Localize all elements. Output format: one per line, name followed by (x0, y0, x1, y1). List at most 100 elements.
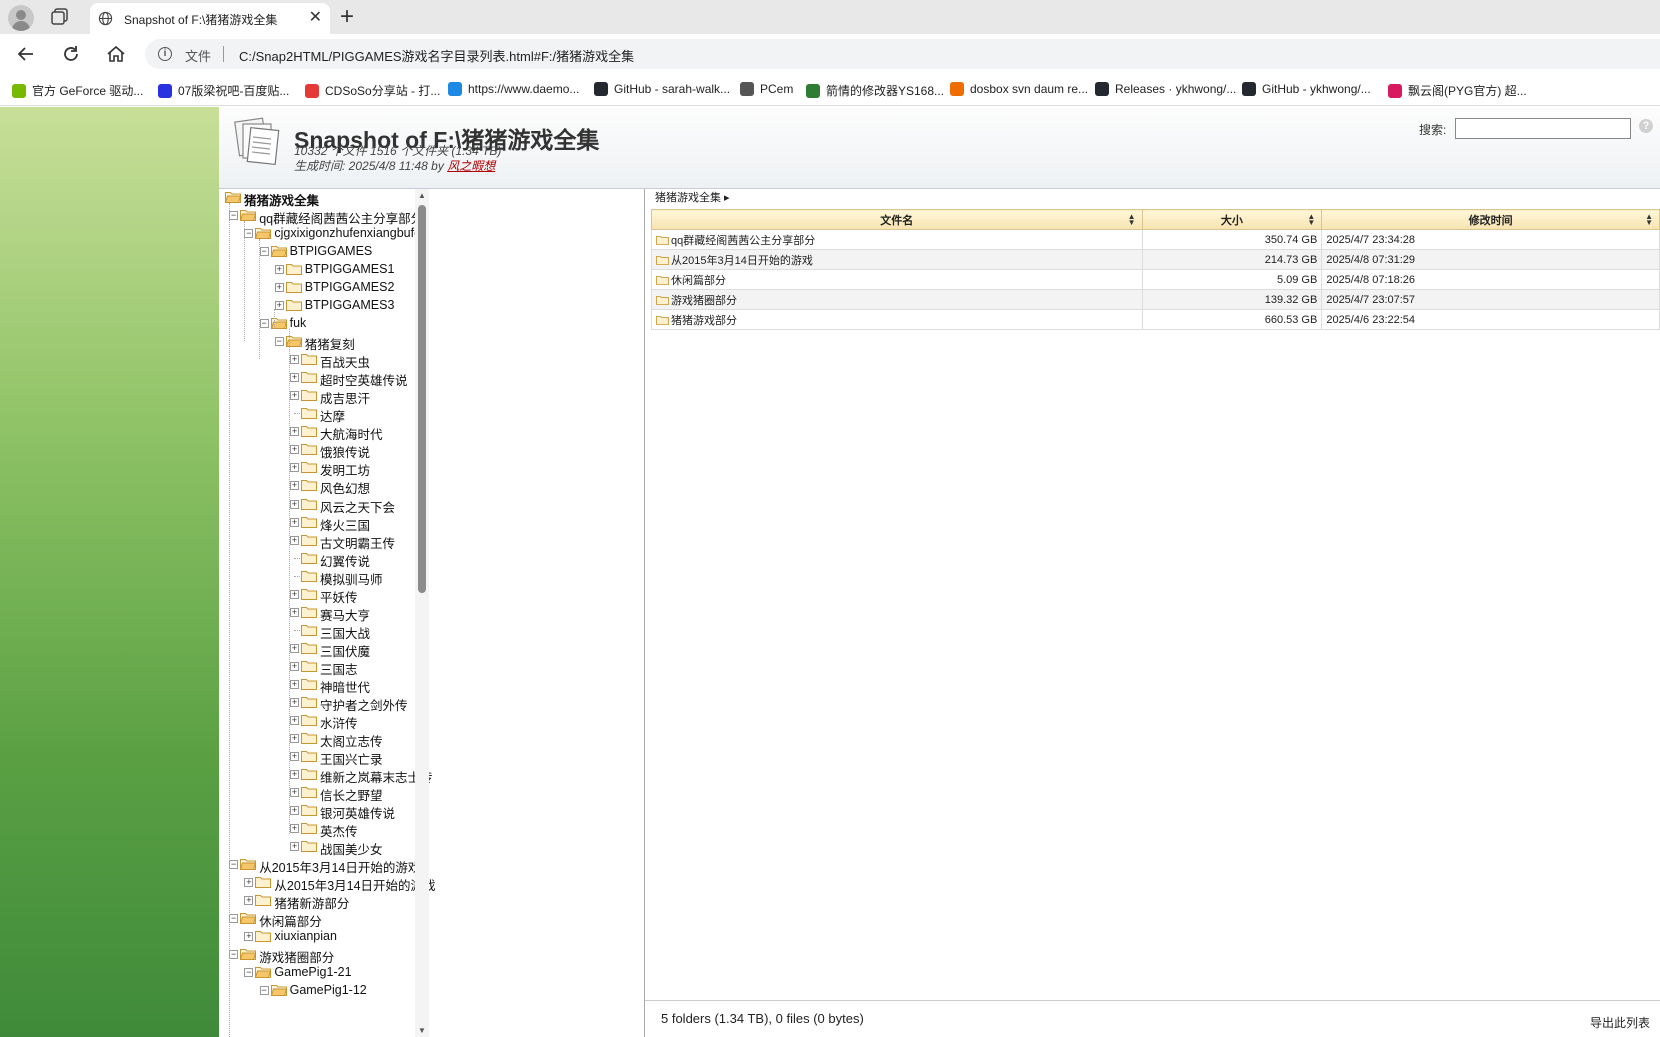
expand-icon[interactable]: + (290, 445, 299, 455)
new-tab-button[interactable]: + (340, 3, 354, 31)
tree-node[interactable]: − 猪猪复刻 (219, 333, 639, 352)
tree-node[interactable]: 模拟驯马师 (219, 568, 639, 587)
tree-node[interactable]: + 风色幻想 (219, 477, 639, 496)
expand-icon[interactable]: + (290, 463, 299, 473)
expand-icon[interactable]: + (290, 751, 299, 761)
expand-icon[interactable]: + (290, 787, 299, 797)
breadcrumb[interactable]: 猪猪游戏全集 ▸ (655, 189, 730, 205)
active-tab[interactable]: Snapshot of F:\猪猪游戏全集 ✕ (90, 3, 330, 34)
tree-node[interactable]: − GamePig1-21 (219, 964, 639, 982)
expand-icon[interactable]: + (244, 896, 254, 906)
tree-node[interactable]: + 风云之天下会 (219, 496, 639, 515)
profile-icon[interactable] (8, 5, 34, 31)
expand-icon[interactable]: + (290, 806, 299, 816)
refresh-icon[interactable] (60, 43, 82, 65)
expand-icon[interactable]: + (290, 697, 299, 707)
tree-node[interactable]: + 发明工坊 (219, 459, 639, 478)
url-text[interactable]: C:/Snap2HTML/PIGGAMES游戏名字目录列表.html#F:/猪猪… (239, 46, 634, 65)
tree-node[interactable]: + 烽火三国 (219, 514, 639, 533)
collapse-icon[interactable]: − (229, 950, 239, 960)
expand-icon[interactable]: + (290, 355, 299, 365)
expand-icon[interactable]: + (290, 733, 299, 743)
tree-node[interactable]: + 银河英雄传说 (219, 802, 639, 821)
expand-icon[interactable]: + (274, 265, 284, 275)
scroll-down-icon[interactable]: ▼ (418, 1026, 426, 1035)
tree-node[interactable]: + 平妖传 (219, 586, 639, 605)
bookmark-item[interactable]: GitHub - sarah-walk... (594, 82, 730, 100)
tree-node[interactable]: − BTPIGGAMES (219, 243, 639, 261)
collapse-icon[interactable]: − (259, 247, 269, 257)
tree-node[interactable]: + 成吉思汗 (219, 387, 639, 406)
tree-node[interactable]: 幻翼传说 (219, 550, 639, 569)
cell-name[interactable]: 猪猪游戏部分 (651, 309, 1143, 330)
tree-node[interactable]: + xiuxianpian (219, 928, 639, 946)
tree-node[interactable]: + 守护者之剑外传 (219, 694, 639, 713)
table-row[interactable]: 休闲篇部分 5.09 GB 2025/4/8 07:18:26 (651, 269, 1660, 290)
expand-icon[interactable]: + (244, 878, 254, 888)
table-row[interactable]: 游戏猪圈部分 139.32 GB 2025/4/7 23:07:57 (651, 289, 1660, 310)
expand-icon[interactable]: + (274, 301, 284, 311)
tree-node[interactable]: − 游戏猪圈部分 (219, 946, 639, 965)
sort-icon[interactable]: ▲ ▼ (1307, 213, 1315, 227)
expand-icon[interactable]: + (290, 679, 299, 689)
home-icon[interactable] (105, 43, 127, 65)
export-list-link[interactable]: 导出此列表 (1590, 1014, 1650, 1031)
tree-node[interactable]: + BTPIGGAMES2 (219, 279, 639, 297)
tree-node[interactable]: 三国大战 (219, 622, 639, 641)
sort-icon[interactable]: ▲ ▼ (1128, 213, 1136, 227)
column-header-name[interactable]: 文件名 ▲ ▼ (651, 209, 1143, 230)
tree-node[interactable]: + 古文明霸王传 (219, 532, 639, 551)
collapse-icon[interactable]: − (259, 319, 269, 329)
tree-node[interactable]: + BTPIGGAMES3 (219, 297, 639, 315)
tree-node[interactable]: + 水浒传 (219, 712, 639, 731)
workspaces-icon[interactable] (50, 7, 72, 27)
expand-icon[interactable]: + (290, 643, 299, 653)
collapse-icon[interactable]: − (259, 986, 269, 996)
folder-name[interactable]: 猪猪游戏部分 (671, 315, 737, 327)
tree-node[interactable]: + 维新之岚幕末志士传 (219, 766, 639, 785)
column-header-size[interactable]: 大小 ▲ ▼ (1141, 209, 1323, 230)
folder-name[interactable]: 游戏猪圈部分 (671, 295, 737, 307)
table-row[interactable]: 猪猪游戏部分 660.53 GB 2025/4/6 23:22:54 (651, 309, 1660, 330)
search-input[interactable] (1455, 118, 1631, 139)
expand-icon[interactable]: + (290, 715, 299, 725)
tree-node[interactable]: + 从2015年3月14日开始的游戏 (219, 874, 639, 893)
info-icon[interactable]: i (158, 47, 172, 61)
tree-node[interactable]: + 百战天虫 (219, 351, 639, 370)
tree-node[interactable]: 达摩 (219, 405, 639, 424)
address-bar[interactable]: i 文件 C:/Snap2HTML/PIGGAMES游戏名字目录列表.html#… (145, 39, 1660, 69)
tree-scrollbar[interactable]: ▲ ▼ (415, 189, 429, 1037)
close-tab-icon[interactable]: ✕ (309, 8, 322, 28)
expand-icon[interactable]: + (290, 391, 299, 401)
tree-node[interactable]: + 大航海时代 (219, 423, 639, 442)
tree-node[interactable]: − 休闲篇部分 (219, 910, 639, 929)
expand-icon[interactable]: + (290, 824, 299, 834)
column-header-modified[interactable]: 修改时间 ▲ ▼ (1321, 209, 1660, 230)
expand-icon[interactable]: + (290, 427, 299, 437)
cell-name[interactable]: 从2015年3月14日开始的游戏 (651, 249, 1143, 270)
help-icon[interactable]: ? (1639, 119, 1653, 133)
expand-icon[interactable]: + (290, 769, 299, 779)
table-row[interactable]: qq群藏经阁茜茜公主分享部分 350.74 GB 2025/4/7 23:34:28 (651, 229, 1660, 250)
collapse-icon[interactable]: − (229, 914, 239, 924)
bookmark-item[interactable]: CDSoSo分享站 - 打... (305, 82, 440, 100)
bookmark-item[interactable]: 官方 GeForce 驱动... (12, 82, 143, 100)
author-link[interactable]: 风之暇想 (447, 159, 495, 173)
collapse-icon[interactable]: − (244, 229, 254, 239)
expand-icon[interactable]: + (290, 499, 299, 509)
tree-node[interactable]: + 王国兴亡录 (219, 748, 639, 767)
tree-node[interactable]: + BTPIGGAMES1 (219, 261, 639, 279)
cell-name[interactable]: 游戏猪圈部分 (651, 289, 1143, 310)
scrollbar-thumb[interactable] (418, 205, 426, 593)
cell-name[interactable]: 休闲篇部分 (651, 269, 1143, 290)
tree-node[interactable]: + 战国美少女 (219, 838, 639, 857)
tree-node[interactable]: − 从2015年3月14日开始的游戏 (219, 856, 639, 875)
expand-icon[interactable]: + (290, 661, 299, 671)
back-arrow-icon[interactable] (15, 43, 37, 65)
bookmark-item[interactable]: 07版梁祝吧-百度贴... (158, 82, 289, 100)
tree-node[interactable]: − GamePig1-12 (219, 982, 639, 1000)
tree-node[interactable]: + 信长之野望 (219, 784, 639, 803)
expand-icon[interactable]: + (290, 535, 299, 545)
expand-icon[interactable]: + (290, 607, 299, 617)
bookmark-item[interactable]: PCem (740, 82, 793, 100)
